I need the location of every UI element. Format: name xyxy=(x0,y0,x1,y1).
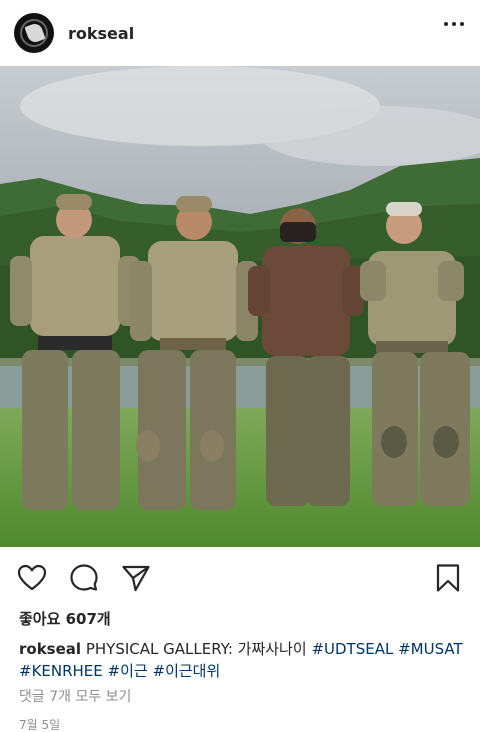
heart-icon[interactable] xyxy=(16,562,48,594)
hashtag-link[interactable]: #이근 xyxy=(108,662,148,680)
post-header: rokseal xyxy=(0,0,480,66)
post-date: 7월 5일 xyxy=(19,718,61,732)
action-bar xyxy=(0,556,480,600)
hashtag-link[interactable]: #KENRHEE xyxy=(19,662,103,680)
like-count[interactable]: 좋아요 607개 xyxy=(19,608,111,629)
hashtag-link[interactable]: #이근대위 xyxy=(153,662,221,680)
hashtag-link[interactable]: #UDTSEAL xyxy=(311,640,393,658)
hashtag-link[interactable]: #MUSAT xyxy=(398,640,463,658)
avatar[interactable] xyxy=(14,13,54,53)
comment-bubble-icon[interactable] xyxy=(68,562,100,594)
caption-username[interactable]: rokseal xyxy=(19,640,81,658)
caption: rokseal PHYSICAL GALLERY: 가짜사나이 #UDTSEAL… xyxy=(19,638,469,682)
caption-text: PHYSICAL GALLERY: 가짜사나이 xyxy=(85,640,307,658)
paper-plane-icon[interactable] xyxy=(120,562,152,594)
view-all-comments-link[interactable]: 댓글 7개 모두 보기 xyxy=(19,686,131,706)
post-image xyxy=(0,66,480,547)
bookmark-icon[interactable] xyxy=(432,562,464,594)
post-photo[interactable] xyxy=(0,66,480,547)
post-username[interactable]: rokseal xyxy=(68,24,134,43)
more-options-icon[interactable] xyxy=(444,22,464,26)
